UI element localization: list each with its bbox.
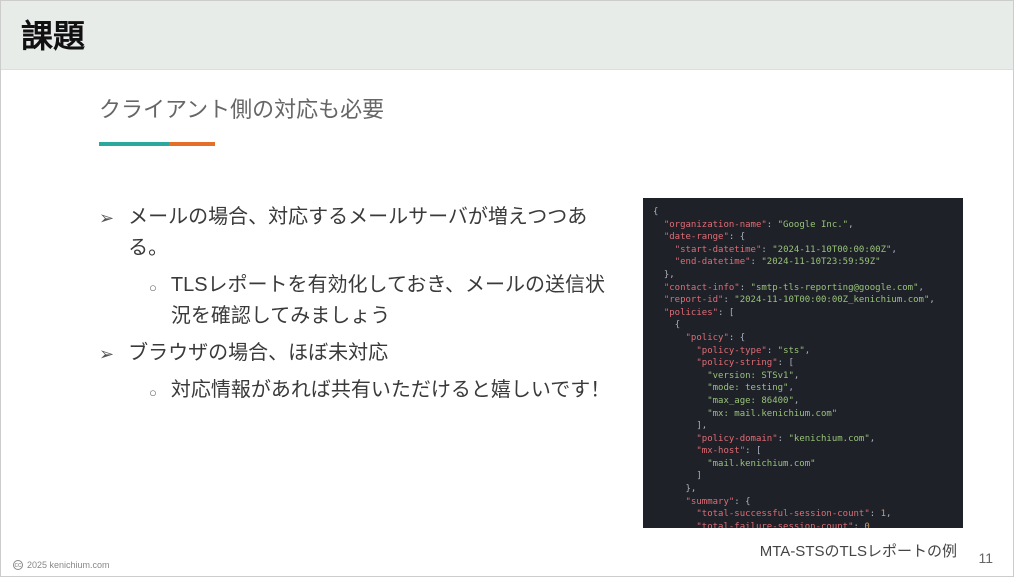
slide-title: 課題 — [21, 11, 993, 57]
bullet-text: ブラウザの場合、ほぼ未対応 — [128, 338, 388, 369]
page-number: 11 — [978, 550, 993, 566]
code-caption: MTA-STSのTLSレポートの例 — [643, 540, 963, 561]
list-item: ○ 対応情報があれば共有いただけると嬉しいです！ — [99, 375, 615, 406]
bullet-text: 対応情報があれば共有いただけると嬉しいです！ — [171, 375, 610, 406]
arrow-bullet-icon: ➢ — [99, 338, 114, 369]
circle-bullet-icon: ○ — [149, 270, 157, 332]
accent-teal — [99, 142, 169, 146]
footer-text: 2025 kenichium.com — [27, 560, 110, 570]
list-item: ➢ メールの場合、対応するメールサーバが増えつつある。 — [99, 202, 615, 264]
bullet-text: TLSレポートを有効化しておき、メールの送信状況を確認してみましょう — [171, 270, 615, 332]
content-area: クライアント側の対応も必要 ➢ メールの場合、対応するメールサーバが増えつつある… — [1, 70, 1013, 561]
bullet-list-column: ➢ メールの場合、対応するメールサーバが増えつつある。 ○ TLSレポートを有効… — [99, 198, 615, 561]
circle-bullet-icon: ○ — [149, 375, 157, 406]
arrow-bullet-icon: ➢ — [99, 202, 114, 264]
title-bar: 課題 — [1, 1, 1013, 70]
list-item: ○ TLSレポートを有効化しておき、メールの送信状況を確認してみましょう — [99, 270, 615, 332]
accent-orange — [169, 142, 215, 146]
cc-icon: cc — [13, 560, 23, 570]
subtitle: クライアント側の対応も必要 — [99, 92, 963, 124]
bullet-text: メールの場合、対応するメールサーバが増えつつある。 — [128, 202, 615, 264]
code-sample-column: { "organization-name": "Google Inc.", "d… — [643, 198, 963, 561]
accent-bar — [99, 142, 215, 146]
json-report-sample: { "organization-name": "Google Inc.", "d… — [643, 198, 963, 528]
list-item: ➢ ブラウザの場合、ほぼ未対応 — [99, 338, 615, 369]
footer-copyright: cc 2025 kenichium.com — [13, 560, 110, 570]
